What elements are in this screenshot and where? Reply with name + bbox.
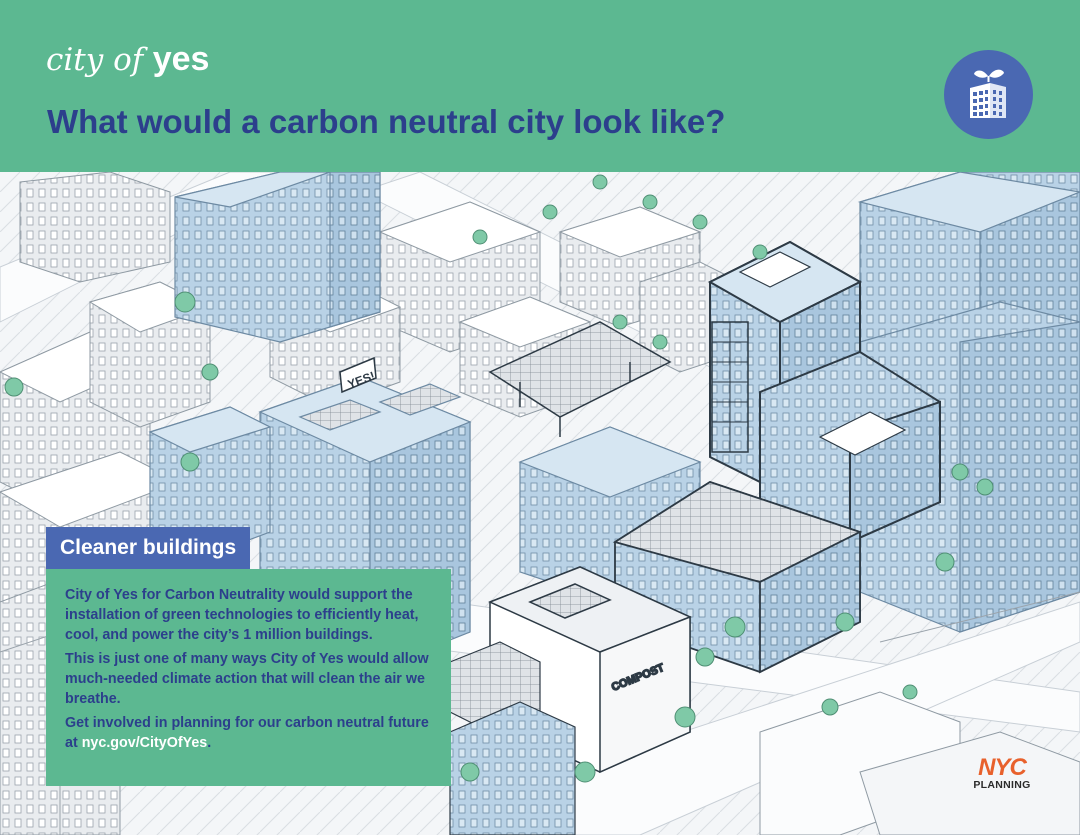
nyc-logo-text: NYC [978, 754, 1027, 781]
header-banner: city of yes What would a carbon neutral … [0, 0, 1080, 172]
city-of-yes-wordmark: city of yes [46, 42, 209, 76]
panel-title: Cleaner buildings [46, 527, 251, 569]
panel-paragraph-1: City of Yes for Carbon Neutrality would … [65, 587, 419, 643]
brand-bold-text: yes [152, 40, 210, 78]
city-of-yes-link[interactable]: nyc.gov/CityOfYes [82, 735, 208, 751]
panel-paragraph-3: Get involved in planning for our carbon … [65, 713, 435, 753]
paragraph-3-suffix: . [207, 735, 212, 751]
brand-light-text: city of [46, 42, 144, 78]
green-building-icon [944, 50, 1033, 139]
info-panel: City of Yes for Carbon Neutrality would … [46, 569, 451, 786]
planning-logo-text: PLANNING [973, 779, 1031, 791]
page-headline: What would a carbon neutral city look li… [47, 103, 726, 140]
panel-paragraph-2: This is just one of many ways City of Ye… [65, 651, 429, 707]
nyc-planning-logo: NYC PLANNING [966, 754, 1038, 792]
